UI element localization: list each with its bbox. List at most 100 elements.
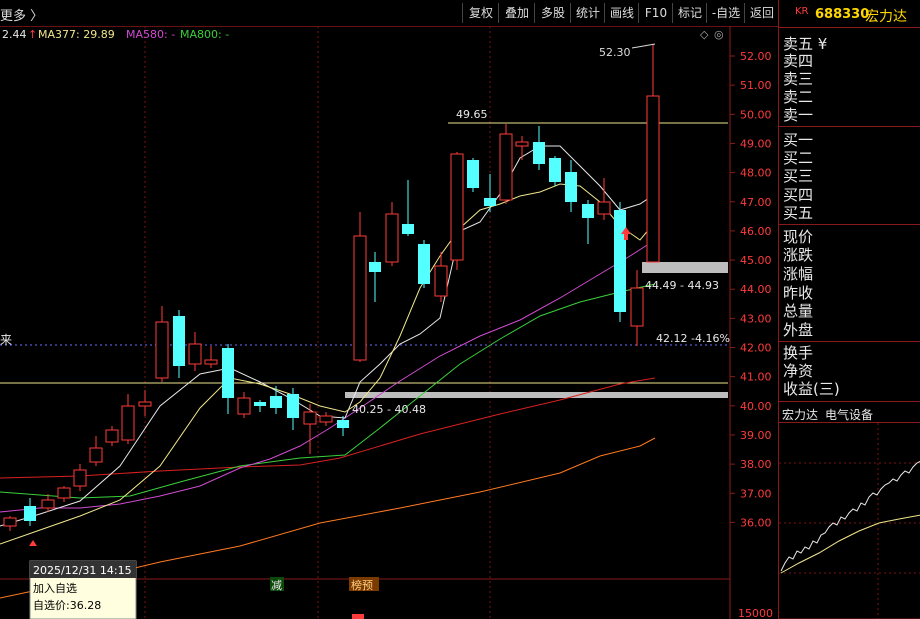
buy-5-label: 买五: [783, 204, 814, 222]
sell-3-label: 卖三: [783, 70, 814, 88]
price-axis-tick: 42.00: [740, 342, 772, 355]
candle-down: [222, 348, 234, 398]
candle-up: [646, 95, 660, 263]
stock-name: 宏力达: [865, 9, 907, 25]
toolbar-button-overlay[interactable]: 叠加: [498, 3, 535, 23]
panel-divider: [779, 126, 920, 127]
price-axis-tick: 39.00: [740, 429, 772, 442]
candle-up: [188, 343, 202, 365]
price-axis-tick: 50.00: [740, 108, 772, 121]
price-axis: 52.00 51.00 50.00 49.00 48.00 47.00 46.00 45.00…: [730, 50, 772, 529]
tooltip-watch-price: 自选价:36.28: [33, 599, 101, 612]
buy-1-label: 买一: [783, 131, 814, 149]
mini-intraday-chart[interactable]: [779, 423, 920, 619]
quote-panel: KR 688330 宏力达 卖五 ¥ 卖四 卖三 卖二 卖一 买一 买二 买三 …: [778, 0, 920, 619]
price-axis-tick: 40.00: [740, 400, 772, 413]
candle-down: [369, 262, 381, 272]
candle-up: [597, 201, 611, 215]
price-axis-tick: 43.00: [740, 312, 772, 325]
sell-5-label: 卖五 ¥: [783, 35, 828, 53]
toolbar-button-mark[interactable]: 标记: [672, 3, 707, 23]
quote-pct: 涨幅: [783, 265, 814, 283]
toolbar-button-remove-watch[interactable]: -自选: [706, 3, 745, 23]
level-49-label: 49.65: [456, 108, 488, 121]
high-price-pointer: [631, 43, 656, 49]
candle-up: [204, 359, 218, 365]
volume-axis-tick: 15000: [738, 607, 773, 619]
toolbar-button-multi-stock[interactable]: 多股: [534, 3, 571, 23]
quote-change: 涨跌: [783, 246, 814, 264]
candle-up: [385, 213, 399, 263]
candle-down: [254, 402, 266, 406]
candle-up: [138, 401, 152, 407]
toolbar-button-fuquan[interactable]: 复权: [462, 3, 499, 23]
range-upper-label: 44.49 - 44.93: [645, 279, 719, 292]
panel-divider: [779, 401, 920, 402]
candle-up: [41, 499, 55, 509]
candle-up: [450, 153, 464, 261]
sell-2-label: 卖二: [783, 88, 814, 106]
net-asset-label: 净资: [783, 362, 814, 380]
price-axis-tick: 47.00: [740, 196, 772, 209]
price-axis-tick: 52.00: [740, 50, 772, 63]
range-lower-label: 40.25 - 40.48: [352, 403, 426, 416]
ma-legend-ma800: MA800: -: [180, 28, 229, 41]
industry-label[interactable]: 电气设备: [825, 406, 873, 423]
buy-4-label: 买四: [783, 186, 814, 204]
candle-up: [57, 487, 71, 499]
stock-code: 688330: [815, 7, 870, 22]
quote-current: 现价: [783, 228, 814, 246]
candle-down: [418, 244, 430, 284]
candle-down: [533, 142, 545, 164]
candle-down: [270, 396, 282, 408]
chart-toolbar: 更多 〉 复权 叠加 多股 统计 画线 F10 标记 -自选 返回: [0, 0, 778, 27]
price-axis-tick: 51.00: [740, 79, 772, 92]
panel-divider: [779, 341, 920, 342]
quote-volume: 总量: [783, 302, 814, 320]
candle-down: [337, 420, 349, 428]
candle-down: [484, 198, 496, 206]
grid-lines: [144, 26, 491, 619]
ma-legend-ma377: MA377: 29.89: [38, 28, 115, 41]
buy-2-label: 买二: [783, 149, 814, 167]
bottom-arrow-icon: [29, 540, 37, 546]
price-axis-tick: 46.00: [740, 225, 772, 238]
candle-up: [121, 405, 135, 441]
mini-price-line: [780, 460, 920, 572]
candle-up: [237, 397, 251, 415]
toolbar-button-draw-line[interactable]: 画线: [604, 3, 639, 23]
toolbar-button-back[interactable]: 返回: [744, 3, 779, 23]
candle-down: [614, 210, 626, 312]
more-menu-button[interactable]: 更多 〉: [0, 5, 43, 24]
toolbar-button-statistics[interactable]: 统计: [570, 3, 605, 23]
candle-series: [3, 44, 660, 531]
turnover-label: 换手: [783, 344, 814, 362]
mini-avg-line: [780, 514, 920, 574]
sell-4-label: 卖四: [783, 52, 814, 70]
price-axis-tick: 44.00: [740, 283, 772, 296]
jian-marker[interactable]: 减: [271, 579, 282, 592]
industry-stock-name: 宏力达: [782, 408, 819, 422]
buy-3-label: 买三: [783, 167, 814, 185]
high-price-label: 52.30: [599, 46, 631, 59]
candle-up: [3, 517, 17, 527]
ma-white-line: [0, 145, 656, 527]
panel-divider: [779, 27, 920, 28]
bangyu-marker[interactable]: 榜预: [351, 578, 373, 592]
tooltip-add-watch[interactable]: 加入自选: [33, 582, 77, 595]
candle-down: [467, 160, 479, 188]
panel-divider: [779, 224, 920, 225]
price-axis-tick: 41.00: [740, 371, 772, 384]
tooltip-datetime: 2025/12/31 14:15: [33, 564, 132, 577]
candle-up: [73, 469, 87, 487]
chart-settings-icon[interactable]: ◇: [700, 28, 709, 41]
quote-prev-close: 昨收: [783, 284, 814, 302]
candle-up: [515, 141, 529, 147]
candle-down: [402, 224, 414, 234]
price-axis-tick: 49.00: [740, 137, 772, 150]
toolbar-button-f10[interactable]: F10: [638, 3, 673, 23]
ma-legend-first: 2.44: [2, 28, 27, 41]
chart-zoom-icon[interactable]: ◎: [714, 28, 724, 41]
range-lower-box: [345, 392, 728, 398]
candlestick-chart[interactable]: 2.44 ↑ MA377: 29.89 MA580: - MA800: - ◇ …: [0, 26, 778, 619]
